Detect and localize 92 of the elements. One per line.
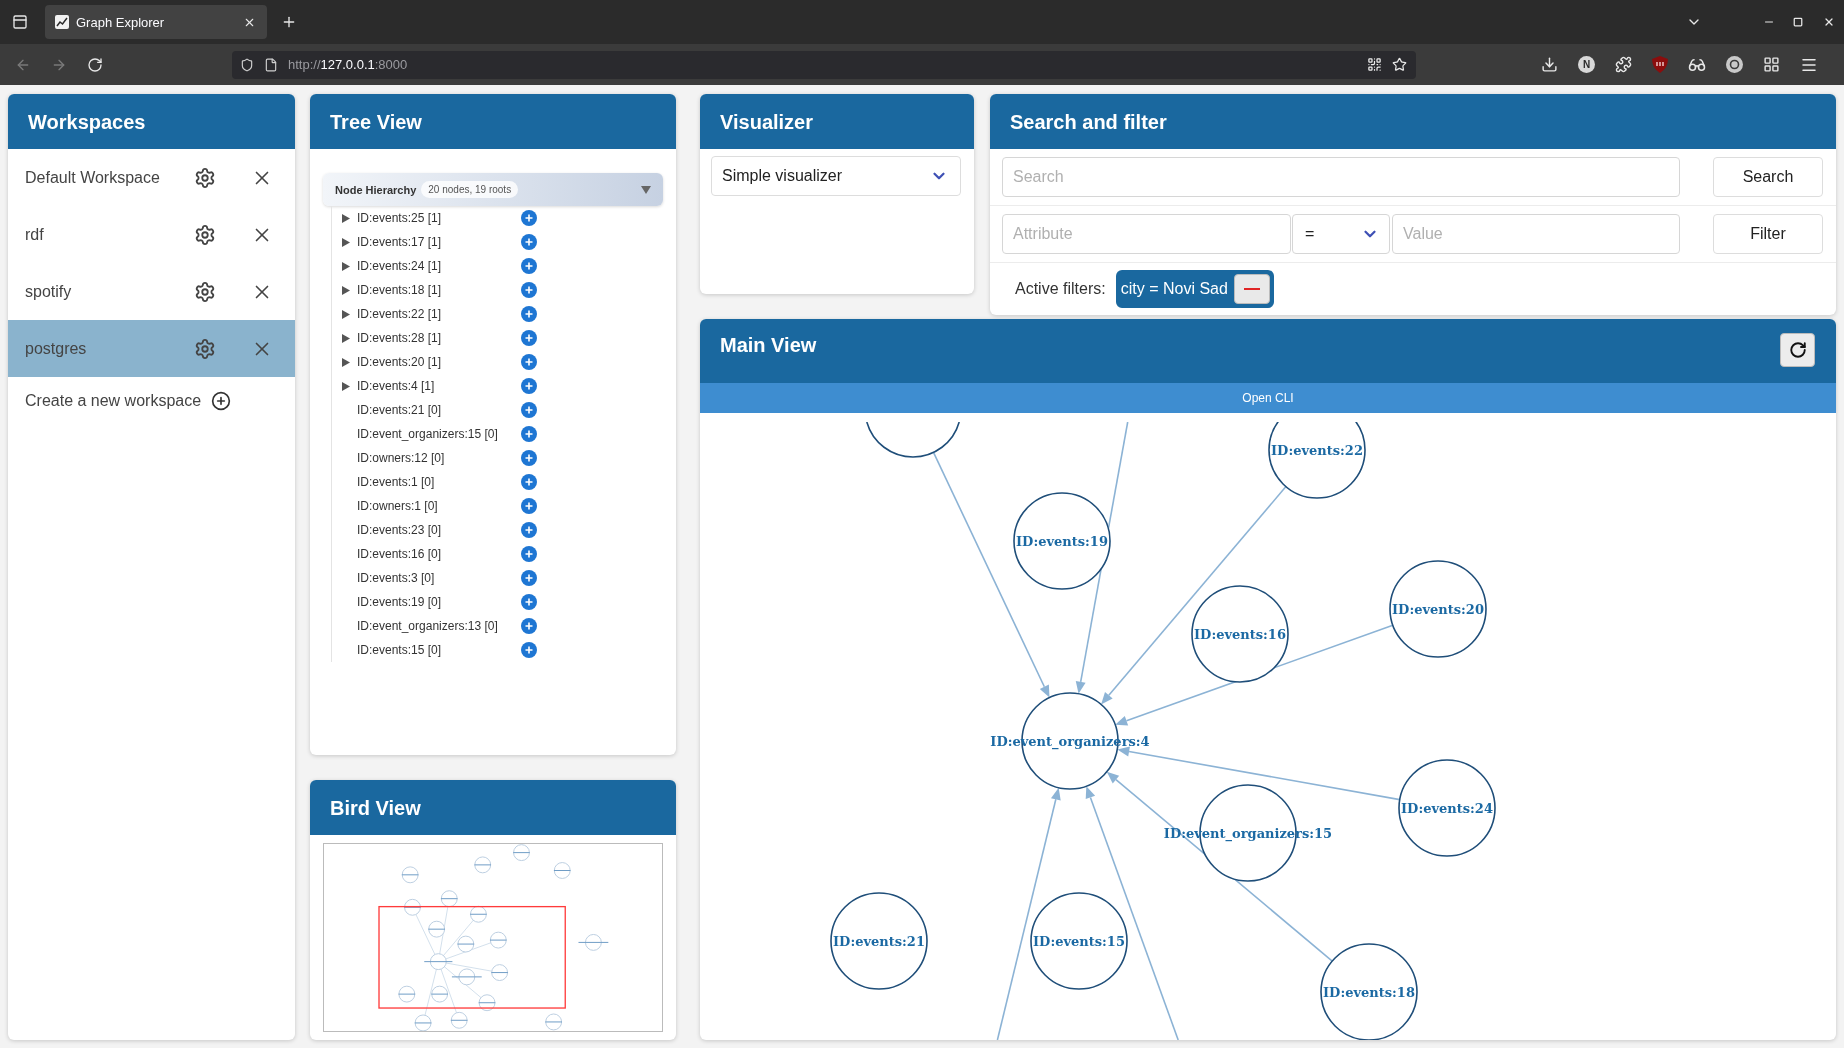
- tree-item-label[interactable]: ID:events:1 [0]: [357, 475, 521, 489]
- expand-triangle-icon[interactable]: [342, 333, 350, 343]
- shield-icon[interactable]: [240, 57, 254, 72]
- refresh-icon: [1788, 341, 1807, 359]
- open-cli-button[interactable]: Open CLI: [700, 383, 1836, 413]
- tree-item-label[interactable]: ID:events:21 [0]: [357, 403, 521, 417]
- count-badge: 20 nodes, 19 roots: [421, 181, 519, 198]
- attribute-field[interactable]: Attribute: [1002, 214, 1291, 254]
- browser-tab[interactable]: Graph Explorer: [45, 5, 267, 39]
- tree-item-label[interactable]: ID:events:25 [1]: [357, 211, 521, 225]
- visualizer-select[interactable]: Simple visualizer: [711, 156, 961, 196]
- reload-icon[interactable]: [87, 56, 103, 73]
- panel-title: Bird View: [330, 795, 421, 820]
- graph-node: ID:events:20: [1389, 560, 1487, 658]
- expand-triangle-icon[interactable]: [342, 357, 350, 367]
- shield-icon[interactable]: [1652, 56, 1668, 73]
- plus-circle-icon[interactable]: [211, 391, 232, 411]
- tree-item-label[interactable]: ID:events:17 [1]: [357, 235, 521, 249]
- star-icon[interactable]: [1392, 57, 1407, 72]
- workspace-item[interactable]: Default Workspace: [8, 149, 295, 206]
- grid-icon[interactable]: [1763, 56, 1780, 73]
- expand-triangle-icon[interactable]: [342, 309, 350, 319]
- tree-item-label[interactable]: ID:events:16 [0]: [357, 547, 521, 561]
- extension-icon[interactable]: N: [1578, 56, 1595, 73]
- workspace-item[interactable]: rdf: [8, 206, 295, 263]
- panel-title: Visualizer: [720, 109, 814, 134]
- refresh-button[interactable]: [1780, 333, 1815, 367]
- qr-code-icon[interactable]: [1367, 57, 1382, 72]
- chart-icon: [55, 15, 69, 29]
- tree-item-label[interactable]: ID:events:4 [1]: [357, 379, 521, 393]
- plus-icon[interactable]: [281, 14, 297, 30]
- workspace-name: spotify: [25, 282, 73, 301]
- page-icon[interactable]: [264, 57, 278, 72]
- panel-title: Tree View: [330, 109, 422, 134]
- workspace-item[interactable]: spotify: [8, 263, 295, 320]
- value-field[interactable]: Value: [1392, 214, 1680, 254]
- search-button[interactable]: Search: [1713, 157, 1823, 197]
- tree-item-label[interactable]: ID:owners:1 [0]: [357, 499, 521, 513]
- create-workspace-link[interactable]: Create a new workspace: [25, 392, 202, 410]
- graph-node: ID:events:24: [1398, 759, 1496, 857]
- workspace-name: postgres: [25, 339, 88, 358]
- puzzle-icon[interactable]: [1615, 56, 1632, 73]
- active-filters-label: Active filters:: [1015, 280, 1106, 298]
- panel-title: Main View: [720, 333, 817, 357]
- expand-triangle-icon[interactable]: [342, 237, 350, 247]
- settings-icon[interactable]: [194, 223, 216, 246]
- panel-icon[interactable]: [12, 14, 28, 30]
- settings-icon[interactable]: [194, 280, 216, 303]
- panel-title: Search and filter: [1010, 109, 1167, 134]
- graph-node: ID:events:22: [1268, 422, 1366, 499]
- url-text: http://127.0.0.1:8000: [288, 57, 409, 72]
- operator-select[interactable]: =: [1292, 214, 1390, 254]
- minus-icon: [1243, 288, 1260, 290]
- hierarchy-title: Node Hierarchy: [335, 183, 417, 196]
- maximize-icon[interactable]: [1793, 17, 1803, 27]
- tree-item-label[interactable]: ID:owners:12 [0]: [357, 451, 521, 465]
- graph-node: ID:events:21: [830, 892, 928, 990]
- tree-item-label[interactable]: ID:events:18 [1]: [357, 283, 521, 297]
- expand-triangle-icon[interactable]: [342, 381, 350, 391]
- expand-triangle-icon[interactable]: [342, 285, 350, 295]
- tree-item-label[interactable]: ID:event_organizers:13 [0]: [357, 619, 521, 633]
- graph-node: ID:events:16: [1191, 585, 1289, 683]
- address-bar[interactable]: http://127.0.0.1:8000: [232, 50, 1416, 79]
- tree-item-label[interactable]: ID:events:22 [1]: [357, 307, 521, 321]
- tree-item-label[interactable]: ID:events:23 [0]: [357, 523, 521, 537]
- circle-icon[interactable]: [1726, 56, 1743, 73]
- graph-node: ID:events:18: [1320, 943, 1418, 1040]
- filter-text: city = Novi Sad: [1120, 280, 1228, 298]
- tree-item-label[interactable]: ID:events:3 [0]: [357, 571, 521, 585]
- tree-item-label[interactable]: ID:events:24 [1]: [357, 259, 521, 273]
- tree-item-label[interactable]: ID:events:19 [0]: [357, 595, 521, 609]
- tree-item-label[interactable]: ID:event_organizers:15 [0]: [357, 427, 521, 441]
- tree-item-label[interactable]: ID:events:15 [0]: [357, 643, 521, 657]
- close-icon[interactable]: [1823, 16, 1835, 28]
- workspace-name: rdf: [25, 225, 45, 244]
- settings-icon[interactable]: [194, 337, 216, 360]
- download-icon[interactable]: [1541, 56, 1558, 73]
- expand-triangle-icon[interactable]: [342, 213, 350, 223]
- panel-title: Workspaces: [28, 109, 146, 134]
- search-field[interactable]: Search: [1002, 157, 1680, 197]
- settings-icon[interactable]: [194, 166, 216, 189]
- expand-triangle-icon[interactable]: [342, 261, 350, 271]
- hierarchy-header[interactable]: Node Hierarchy 20 nodes, 19 roots: [323, 173, 663, 206]
- tree-item-label[interactable]: ID:events:20 [1]: [357, 355, 521, 369]
- filter-button[interactable]: Filter: [1713, 214, 1823, 254]
- caret-down-icon[interactable]: [641, 185, 651, 194]
- graph-node: ID:events:19: [1013, 492, 1111, 590]
- graph-node: ID:events:15: [1030, 892, 1128, 990]
- tree-item-label[interactable]: ID:events:28 [1]: [357, 331, 521, 345]
- remove-filter-button[interactable]: [1233, 274, 1270, 304]
- workspace-name: Default Workspace: [25, 168, 161, 187]
- workspace-item[interactable]: postgres: [8, 320, 295, 377]
